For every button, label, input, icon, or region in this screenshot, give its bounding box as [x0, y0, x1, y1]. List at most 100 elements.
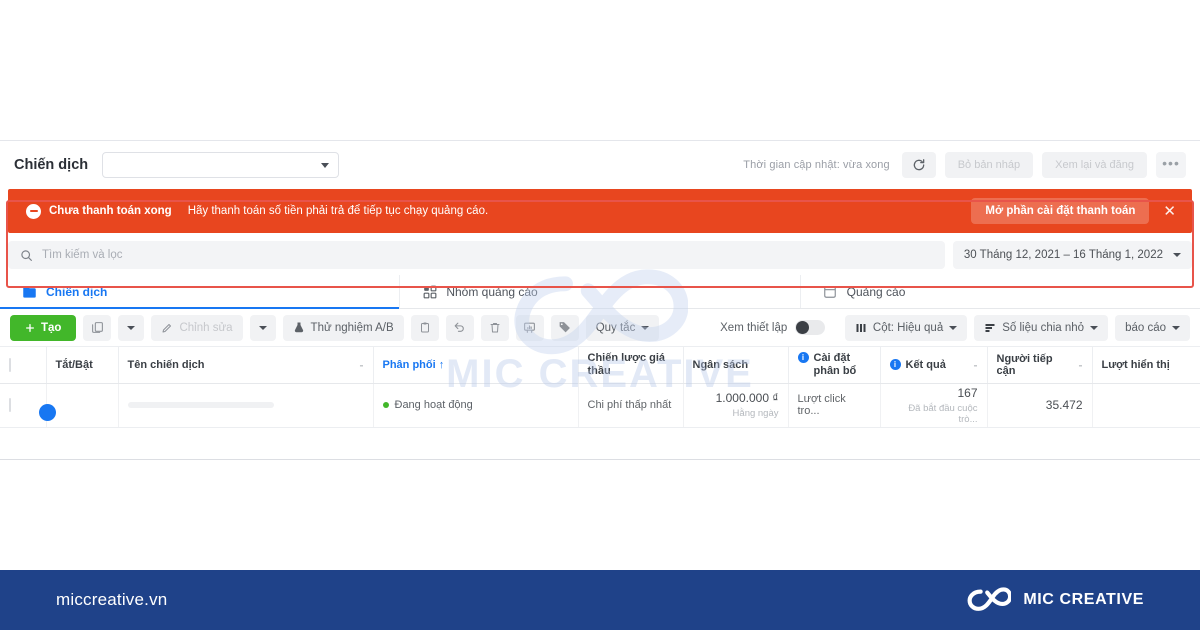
- view-setup-toggle[interactable]: Xem thiết lập: [720, 320, 826, 335]
- row-toggle-cell[interactable]: [38, 383, 119, 428]
- columns-label: Cột: Hiệu quả: [872, 321, 944, 334]
- footer-brand-name: MIC CREATIVE: [1023, 591, 1144, 608]
- th-attribution-setting[interactable]: i Cài đặt phân bổ: [788, 347, 881, 384]
- th-impressions[interactable]: Lượt hiển thị: [1092, 347, 1200, 384]
- columns-button[interactable]: Cột: Hiệu quả: [844, 314, 968, 341]
- close-icon[interactable]: ✕: [1163, 204, 1176, 219]
- th-budget[interactable]: Ngân sách: [683, 347, 789, 384]
- delete-button[interactable]: [480, 314, 509, 341]
- tag-button[interactable]: [550, 314, 579, 341]
- duplicate-icon: [92, 322, 103, 333]
- columns-icon: [856, 323, 866, 332]
- review-and-publish-button[interactable]: Xem lại và đăng: [1042, 152, 1147, 178]
- clipboard-icon: [420, 322, 429, 333]
- chevron-down-icon: [1172, 325, 1180, 330]
- footer-bar: miccreative.vn MIC CREATIVE: [0, 570, 1200, 630]
- search-row: Tìm kiếm và lọc 30 Tháng 12, 2021 – 16 T…: [8, 235, 1192, 275]
- th-delivery[interactable]: Phân phối ↑: [373, 347, 579, 384]
- campaign-name-redacted: [127, 402, 274, 408]
- search-input[interactable]: Tìm kiếm và lọc: [8, 241, 945, 269]
- footer-url: miccreative.vn: [56, 590, 168, 609]
- tab-adsets[interactable]: Nhóm quảng cáo: [399, 275, 799, 308]
- row-attribution-cell: Lượt click tro...: [788, 383, 881, 428]
- tab-ads[interactable]: Quảng cáo: [799, 275, 1200, 308]
- bar-chart-icon: [524, 322, 536, 333]
- chevron-down-icon: [258, 325, 267, 330]
- status-dot-icon: [382, 402, 389, 408]
- ab-test-button[interactable]: Thử nghiệm A/B: [282, 314, 404, 341]
- ab-test-icon: [294, 322, 303, 333]
- ad-square-icon: [823, 284, 838, 299]
- reports-button[interactable]: báo cáo: [1115, 314, 1190, 341]
- table-header-row: Tắt/Bật Tên chiến dịch - Phân phối ↑ Chi…: [0, 347, 1200, 384]
- th-label: Cài đặt phân bổ: [813, 351, 857, 377]
- top-bar: Chiến dịch Thời gian cập nhật: vừa xong …: [0, 141, 1200, 189]
- campaign-folder-icon: [22, 284, 37, 299]
- edit-dropdown-button[interactable]: [249, 314, 276, 341]
- th-label: Ngân sách: [692, 358, 749, 371]
- create-label: Tạo: [41, 321, 62, 334]
- alert-title: Chưa thanh toán xong: [49, 205, 172, 217]
- action-toolbar: Tạo Chỉnh sửa Thử nghiệm A/B Quy tắc Xem…: [0, 309, 1200, 347]
- copy-button[interactable]: [410, 314, 439, 341]
- tab-campaigns[interactable]: Chiến dịch: [0, 275, 400, 309]
- chevron-down-icon: [1173, 253, 1181, 257]
- date-range-picker[interactable]: 30 Tháng 12, 2021 – 16 Tháng 1, 2022: [952, 241, 1192, 269]
- plus-icon: [26, 323, 34, 332]
- chevron-down-icon: [127, 325, 136, 330]
- refresh-button[interactable]: [901, 152, 936, 178]
- th-label: Kết quả: [905, 358, 946, 371]
- search-icon: [21, 249, 32, 261]
- table-row[interactable]: Đang hoạt động Chi phí thấp nhất 1.000.0…: [0, 383, 1200, 428]
- th-bid-strategy[interactable]: Chiến lược giá thầu: [578, 347, 684, 384]
- create-button[interactable]: Tạo: [10, 314, 77, 341]
- th-label: Lượt hiển thị: [1101, 358, 1170, 371]
- row-checkbox[interactable]: [9, 398, 11, 412]
- discard-draft-button[interactable]: Bỏ bản nháp: [944, 152, 1034, 178]
- update-status: Thời gian cập nhật: vừa xong: [743, 159, 890, 171]
- level-tabs: Chiến dịch Nhóm quảng cáo Quảng cáo: [0, 275, 1200, 309]
- minus-circle-icon: [26, 203, 41, 219]
- undo-button[interactable]: [445, 314, 474, 341]
- th-select-all[interactable]: [0, 347, 47, 384]
- chart-button[interactable]: [515, 314, 544, 341]
- refresh-icon: [913, 159, 925, 171]
- ads-manager-panel: Chiến dịch Thời gian cập nhật: vừa xong …: [0, 140, 1200, 460]
- budget-value: 1.000.000 ₫: [715, 391, 779, 405]
- th-on-off: Tắt/Bật: [46, 347, 119, 384]
- adset-grid-icon: [422, 284, 437, 299]
- th-reach[interactable]: Người tiếp cận -: [987, 347, 1093, 384]
- duplicate-dropdown-button[interactable]: [118, 314, 145, 341]
- footer-brand: MIC CREATIVE: [967, 585, 1144, 615]
- sort-indicator-icon: -: [1078, 357, 1083, 372]
- breakdown-icon: [985, 323, 995, 332]
- delivery-status: Đang hoạt động: [382, 399, 569, 411]
- date-range-value: 30 Tháng 12, 2021 – 16 Tháng 1, 2022: [963, 249, 1163, 261]
- campaign-select[interactable]: [102, 152, 340, 178]
- toggle-switch[interactable]: [795, 320, 826, 335]
- reach-value: 35.472: [1045, 398, 1083, 412]
- breakdown-button[interactable]: Số liệu chia nhỏ: [974, 314, 1109, 341]
- row-select-cell[interactable]: [0, 383, 47, 428]
- chevron-down-icon: [641, 325, 650, 330]
- row-reach-cell: 35.472: [987, 383, 1093, 428]
- th-results[interactable]: i Kết quả -: [880, 347, 988, 384]
- rules-button[interactable]: Quy tắc: [585, 314, 660, 341]
- edit-label: Chỉnh sửa: [179, 321, 233, 334]
- duplicate-button[interactable]: [83, 314, 112, 341]
- row-campaign-name-cell[interactable]: [118, 383, 374, 428]
- tab-label: Chiến dịch: [46, 284, 108, 299]
- tag-icon: [559, 322, 571, 333]
- view-setup-label: Xem thiết lập: [720, 321, 788, 334]
- more-options-button[interactable]: •••: [1156, 152, 1186, 178]
- open-payment-settings-button[interactable]: Mở phần cài đặt thanh toán: [971, 198, 1150, 224]
- screenshot-root: MIC CREATIVE Chiến dịch Thời gian cập nh…: [0, 0, 1200, 630]
- edit-button[interactable]: Chỉnh sửa: [151, 314, 243, 341]
- th-label: Người tiếp cận: [996, 352, 1053, 377]
- payment-alert-banner: Chưa thanh toán xong Hãy thanh toán số t…: [8, 189, 1192, 233]
- tab-label: Quảng cáo: [846, 284, 906, 299]
- ab-test-label: Thử nghiệm A/B: [310, 321, 394, 334]
- th-campaign-name[interactable]: Tên chiến dịch -: [118, 347, 374, 384]
- delivery-label: Đang hoạt động: [394, 399, 473, 411]
- select-all-checkbox[interactable]: [9, 357, 11, 372]
